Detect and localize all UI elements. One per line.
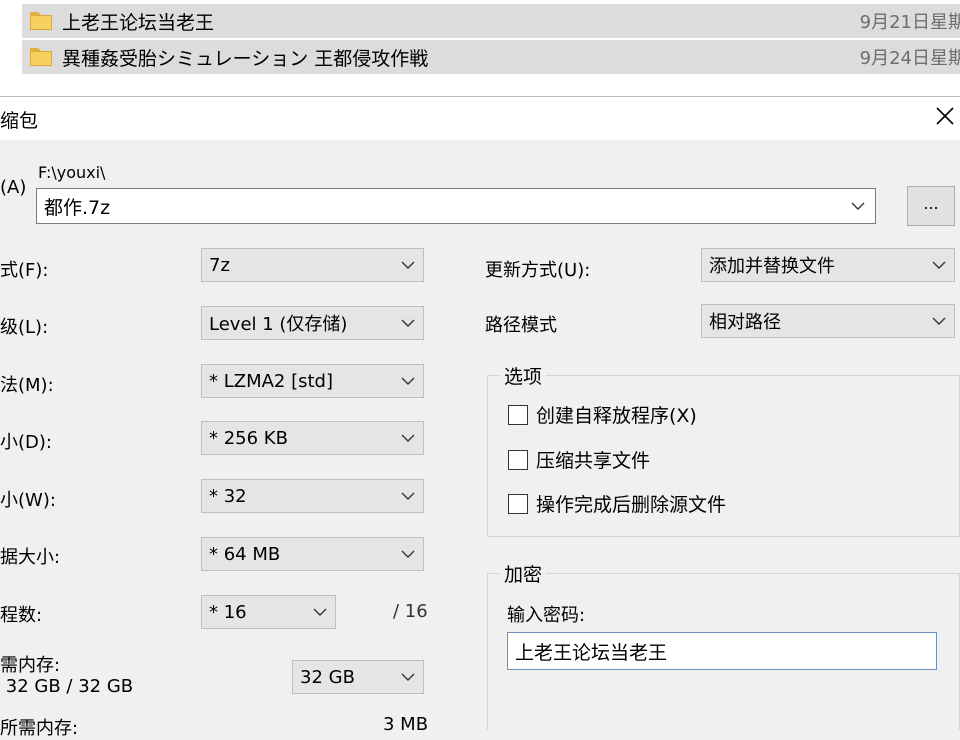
options-legend: 选项 [500, 362, 547, 389]
dialog-title: 缩包 [0, 110, 39, 132]
checkbox-label: 操作完成后删除源文件 [536, 494, 727, 516]
word-size-value: * 32 [209, 485, 247, 507]
checkbox-label: 创建自释放程序(X) [536, 405, 697, 427]
threads-select[interactable]: * 16 [201, 595, 336, 629]
update-mode-label: 更新方式(U): [485, 260, 591, 281]
chevron-down-icon [932, 317, 946, 325]
solid-block-select[interactable]: * 64 MB [201, 537, 424, 571]
level-select[interactable]: Level 1 (仅存储) [201, 306, 424, 340]
method-label: 法(M): [0, 375, 54, 396]
chevron-down-icon [401, 550, 415, 558]
threads-label: 程数: [0, 605, 43, 626]
checkbox-label: 压缩共享文件 [536, 450, 651, 472]
file-name: 上老王论坛当老王 [62, 11, 215, 34]
memory-label: 需内存: [0, 655, 61, 676]
password-value: 上老王论坛当老王 [515, 641, 668, 664]
format-value: 7z [209, 254, 230, 276]
dictionary-select[interactable]: * 256 KB [201, 421, 424, 455]
explorer-file-list: 上老王论坛当老王 9月21日星期 異種姦受胎シミュレーション 王都侵攻作戦 9月… [0, 0, 960, 96]
chevron-down-icon [401, 492, 415, 500]
method-select[interactable]: * LZMA2 [std] [201, 364, 424, 398]
path-mode-select[interactable]: 相对路径 [701, 304, 955, 338]
file-row[interactable]: 上老王论坛当老王 9月21日星期 [22, 4, 960, 38]
decompress-memory-label: 所需内存: [0, 718, 79, 739]
path-mode-label: 路径模式 [485, 315, 557, 336]
delete-source-checkbox[interactable]: 操作完成后删除源文件 [508, 490, 726, 517]
decompress-memory-value: 3 MB [383, 714, 429, 735]
dictionary-value: * 256 KB [209, 427, 288, 449]
archive-label: (A) [0, 177, 27, 198]
word-size-select[interactable]: * 32 [201, 479, 424, 513]
password-input[interactable]: 上老王论坛当老王 [507, 632, 937, 670]
level-label: 级(L): [0, 317, 49, 338]
shared-files-checkbox[interactable]: 压缩共享文件 [508, 446, 650, 473]
archive-path: F:\youxi\ [38, 163, 106, 182]
chevron-down-icon[interactable] [851, 202, 865, 210]
chevron-down-icon [401, 377, 415, 385]
chevron-down-icon [401, 319, 415, 327]
chevron-down-icon [401, 673, 415, 681]
close-icon[interactable] [932, 103, 958, 129]
level-value: Level 1 (仅存储) [209, 314, 348, 335]
checkbox-box[interactable] [508, 493, 528, 514]
sfx-checkbox[interactable]: 创建自释放程序(X) [508, 401, 697, 428]
file-date: 9月24日星期 [859, 48, 960, 69]
archive-name-input[interactable]: 都作.7z [36, 188, 876, 224]
file-name: 異種姦受胎シミュレーション 王都侵攻作戦 [62, 47, 429, 70]
chevron-down-icon [932, 261, 946, 269]
memory-value: 32 GB [300, 666, 355, 688]
browse-button[interactable]: ... [907, 186, 955, 226]
threads-max: / 16 [393, 601, 428, 622]
dictionary-label: 小(D): [0, 432, 52, 453]
folder-icon [30, 48, 52, 66]
file-row[interactable]: 異種姦受胎シミュレーション 王都侵攻作戦 9月24日星期 [22, 40, 960, 74]
format-label: 式(F): [0, 260, 49, 281]
method-value: * LZMA2 [std] [209, 370, 334, 392]
encryption-legend: 加密 [500, 560, 547, 587]
word-size-label: 小(W): [0, 490, 56, 511]
chevron-down-icon [401, 434, 415, 442]
chevron-down-icon [313, 608, 327, 616]
format-select[interactable]: 7z [201, 248, 424, 282]
checkbox-box[interactable] [508, 449, 528, 470]
chevron-down-icon [401, 261, 415, 269]
path-mode-value: 相对路径 [709, 312, 781, 333]
password-label: 输入密码: [507, 605, 586, 626]
update-mode-value: 添加并替换文件 [709, 256, 835, 277]
memory-select[interactable]: 32 GB [292, 660, 424, 694]
checkbox-box[interactable] [508, 404, 528, 425]
update-mode-select[interactable]: 添加并替换文件 [701, 248, 955, 282]
threads-value: * 16 [209, 601, 247, 623]
solid-block-value: * 64 MB [209, 543, 281, 565]
folder-icon [30, 12, 52, 30]
memory-detail: / 32 GB / 32 GB [0, 676, 134, 697]
archive-name-value: 都作.7z [44, 196, 111, 219]
solid-block-label: 据大小: [0, 547, 61, 568]
file-date: 9月21日星期 [859, 12, 960, 33]
dialog-title-bar: 缩包 [0, 96, 960, 140]
